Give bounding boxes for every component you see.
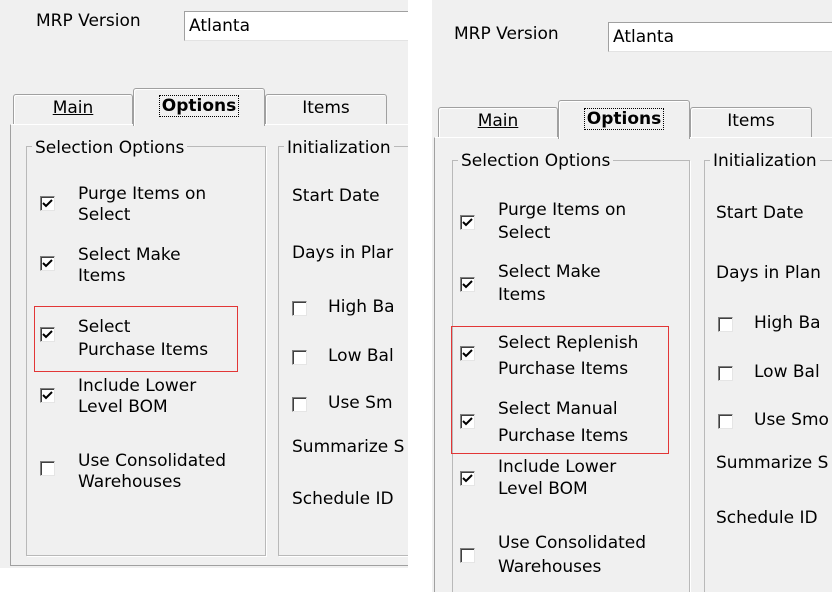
mrp-version-label: MRP Version: [454, 24, 559, 44]
summarize-label: Summarize S: [292, 437, 405, 457]
left-dialog-panel: MRP Version Atlanta Main Options Items S…: [0, 0, 408, 568]
option-label-line2: Warehouses: [498, 557, 602, 577]
checkbox[interactable]: [718, 366, 733, 381]
start-date-label: Start Date: [292, 186, 380, 206]
checkmark-icon: [42, 199, 53, 208]
summarize-label: Summarize S: [716, 453, 829, 473]
right-dialog-panel: MRP Version Atlanta Main Options Items S…: [432, 0, 832, 592]
checkbox[interactable]: [292, 350, 307, 365]
option-label-line1: Select Make: [498, 262, 601, 282]
high-balance-label: High Ba: [328, 297, 395, 317]
option-label-line1: Use Consolidated: [498, 533, 647, 553]
tab-main[interactable]: Main: [13, 94, 133, 125]
checkbox[interactable]: [460, 548, 475, 563]
selection-options-legend: Selection Options: [458, 151, 614, 171]
use-smoothing-option[interactable]: Use Smo: [718, 409, 832, 433]
option-use-consolidated-warehouses[interactable]: Use Consolidated Warehouses: [40, 446, 260, 496]
option-label-line2: Select: [78, 205, 131, 225]
tab-items-label: Items: [727, 111, 775, 131]
use-smoothing-option[interactable]: Use Sm: [292, 392, 408, 416]
initialization-legend: Initialization: [284, 138, 394, 158]
use-smoothing-label: Use Sm: [328, 393, 393, 413]
option-label-line2: Select: [498, 223, 551, 243]
highlight-box: [451, 326, 669, 454]
checkbox[interactable]: [292, 301, 307, 316]
checkbox[interactable]: [718, 414, 733, 429]
checkbox[interactable]: [460, 471, 475, 486]
checkmark-icon: [462, 474, 473, 483]
option-label-line2: Level BOM: [498, 479, 588, 499]
tab-items[interactable]: Items: [690, 107, 812, 138]
days-in-plan-label: Days in Plan: [716, 263, 821, 283]
option-label-line2: Items: [498, 285, 546, 305]
option-label-line1: Purge Items on: [78, 184, 207, 204]
tab-options-label: Options: [158, 95, 240, 117]
checkmark-icon: [42, 259, 53, 268]
option-label-line1: Include Lower: [78, 376, 197, 396]
tab-items-label: Items: [302, 98, 350, 118]
selection-options-legend: Selection Options: [32, 138, 188, 158]
use-smoothing-label: Use Smo: [754, 410, 829, 430]
option-label-line2: Items: [78, 266, 126, 286]
checkmark-icon: [462, 218, 473, 227]
mrp-version-field[interactable]: Atlanta: [184, 11, 408, 41]
low-balance-label: Low Bal: [328, 346, 394, 366]
option-select-make-items[interactable]: Select Make Items: [40, 241, 250, 291]
checkbox[interactable]: [718, 317, 733, 332]
checkbox[interactable]: [40, 256, 55, 271]
option-include-lower-bom[interactable]: Include Lower Level BOM: [460, 456, 670, 506]
checkmark-icon: [462, 280, 473, 289]
option-select-make-items[interactable]: Select Make Items: [460, 260, 670, 310]
schedule-id-label: Schedule ID: [716, 508, 818, 528]
option-label-line1: Use Consolidated: [78, 451, 227, 471]
high-balance-option[interactable]: High Ba: [718, 312, 832, 336]
option-purge-items[interactable]: Purge Items on Select: [40, 180, 250, 230]
checkbox[interactable]: [40, 196, 55, 211]
option-use-consolidated-warehouses[interactable]: Use Consolidated Warehouses: [460, 530, 680, 580]
tab-items[interactable]: Items: [265, 94, 387, 125]
mrp-version-label: MRP Version: [36, 11, 141, 31]
tab-options[interactable]: Options: [558, 100, 690, 139]
checkmark-icon: [42, 391, 53, 400]
checkbox[interactable]: [460, 215, 475, 230]
option-purge-items[interactable]: Purge Items on Select: [460, 198, 670, 248]
highlight-box: [34, 306, 238, 372]
checkbox[interactable]: [40, 388, 55, 403]
low-balance-label: Low Bal: [754, 362, 820, 382]
checkbox[interactable]: [40, 461, 55, 476]
tab-options[interactable]: Options: [133, 88, 265, 126]
option-label-line1: Select Make: [78, 245, 181, 265]
low-balance-option[interactable]: Low Bal: [718, 361, 832, 385]
start-date-label: Start Date: [716, 203, 804, 223]
high-balance-label: High Ba: [754, 313, 821, 333]
option-label-line1: Purge Items on: [498, 200, 627, 220]
schedule-id-label: Schedule ID: [292, 489, 394, 509]
option-label-line2: Warehouses: [78, 472, 182, 492]
initialization-legend: Initialization: [710, 151, 820, 171]
option-include-lower-bom[interactable]: Include Lower Level BOM: [40, 373, 250, 423]
low-balance-option[interactable]: Low Bal: [292, 345, 408, 369]
option-label-line1: Include Lower: [498, 457, 617, 477]
checkbox[interactable]: [460, 277, 475, 292]
tab-options-label: Options: [583, 108, 665, 130]
days-in-plan-label: Days in Plar: [292, 243, 394, 263]
checkbox[interactable]: [292, 397, 307, 412]
high-balance-option[interactable]: High Ba: [292, 296, 408, 320]
mrp-version-field[interactable]: Atlanta: [608, 22, 832, 52]
tab-main[interactable]: Main: [438, 107, 558, 138]
option-label-line2: Level BOM: [78, 397, 168, 417]
